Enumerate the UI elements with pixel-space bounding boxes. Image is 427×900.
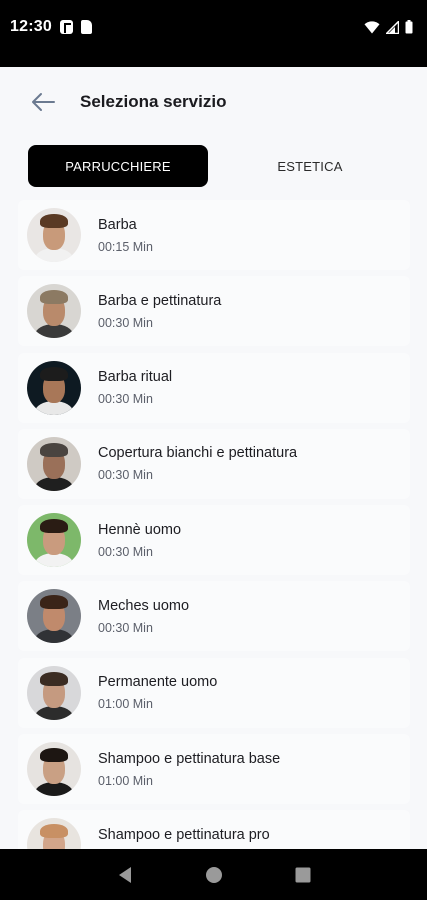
avatar-hair xyxy=(40,671,68,686)
avatar-shoulders xyxy=(35,705,73,720)
avatar-hair xyxy=(40,748,68,763)
service-text: Permanente uomo 01:00 Min xyxy=(98,674,217,711)
wifi-icon xyxy=(364,20,380,33)
header: Seleziona servizio xyxy=(0,67,427,137)
arrow-left-icon xyxy=(32,93,55,111)
service-text: Copertura bianchi e pettinatura 00:30 Min xyxy=(98,445,297,482)
sim-card-icon xyxy=(80,20,92,34)
service-row[interactable]: Meches uomo 00:30 Min xyxy=(18,581,410,652)
avatar-hair xyxy=(40,214,68,228)
service-avatar xyxy=(27,360,81,415)
nav-recents-button[interactable] xyxy=(291,863,315,887)
category-tabs: PARRUCCHIERE ESTETICA xyxy=(28,145,400,187)
service-avatar xyxy=(27,665,81,720)
service-text: Hennè uomo 00:30 Min xyxy=(98,522,181,559)
service-duration: 00:30 Min xyxy=(98,315,153,330)
avatar-shoulders xyxy=(35,476,73,491)
service-avatar xyxy=(27,208,81,262)
avatar-hair xyxy=(40,290,68,305)
service-avatar xyxy=(27,589,81,644)
avatar-shoulders xyxy=(35,553,73,568)
service-text: Meches uomo 00:30 Min xyxy=(98,598,189,635)
service-duration: 01:00 Min xyxy=(98,697,153,712)
service-row[interactable]: Barba e pettinatura 00:30 Min xyxy=(18,276,410,347)
service-row[interactable]: Copertura bianchi e pettinatura 00:30 Min xyxy=(18,428,410,499)
service-name: Permanente uomo xyxy=(98,674,218,691)
facebook-notification-icon xyxy=(59,20,73,34)
service-duration: 00:30 Min xyxy=(98,392,153,407)
service-duration: 01:00 Min xyxy=(98,773,153,788)
tab-estetica[interactable]: ESTETICA xyxy=(220,145,400,187)
navigation-bar xyxy=(0,849,427,900)
avatar-shoulders xyxy=(35,324,73,339)
status-left: 12:30 xyxy=(10,18,92,36)
cell-signal-icon xyxy=(386,20,399,34)
service-name: Meches uomo xyxy=(98,597,190,614)
avatar-shoulders xyxy=(35,782,73,797)
service-text: Barba ritual 00:30 Min xyxy=(98,369,172,406)
service-row[interactable]: Barba 00:15 Min xyxy=(18,200,410,270)
service-row[interactable]: Shampoo e pettinatura base 01:00 Min xyxy=(18,734,410,805)
service-duration: 00:30 Min xyxy=(98,468,153,483)
service-text: Shampoo e pettinatura base 01:00 Min xyxy=(98,751,280,788)
avatar-shoulders xyxy=(35,248,73,262)
battery-icon xyxy=(405,20,413,34)
service-text: Barba e pettinatura 00:30 Min xyxy=(98,293,221,330)
back-button[interactable] xyxy=(18,77,68,127)
service-row[interactable]: Permanente uomo 01:00 Min xyxy=(18,657,410,728)
service-row[interactable]: Barba ritual 00:30 Min xyxy=(18,352,410,423)
service-text: Barba 00:15 Min xyxy=(98,217,153,254)
service-avatar xyxy=(27,436,81,491)
service-name: Copertura bianchi e pettinatura xyxy=(98,445,298,462)
avatar-hair xyxy=(40,595,68,610)
avatar-hair xyxy=(40,519,68,534)
nav-back-button[interactable] xyxy=(113,863,137,887)
service-list: Barba 00:15 Min Barba e pettinatura 00:30 M… xyxy=(18,200,410,887)
service-avatar xyxy=(27,513,81,568)
tab-parrucchiere[interactable]: PARRUCCHIERE xyxy=(28,145,208,187)
service-duration: 00:15 Min xyxy=(98,239,153,254)
avatar-hair xyxy=(40,366,68,381)
service-row[interactable]: Hennè uomo 00:30 Min xyxy=(18,505,410,576)
status-bar: 12:30 xyxy=(0,0,427,67)
avatar-shoulders xyxy=(35,629,73,644)
recents-square-icon xyxy=(295,867,310,882)
service-avatar xyxy=(27,284,81,339)
page-title: Seleziona servizio xyxy=(80,92,227,111)
status-right xyxy=(364,20,413,34)
avatar-hair xyxy=(40,442,68,457)
nav-home-button[interactable] xyxy=(202,863,226,887)
service-name: Shampoo e pettinatura pro xyxy=(98,826,270,843)
app-screen: 12:30 Seleziona servizio PARRUCCHIERE ES… xyxy=(0,0,427,900)
status-time: 12:30 xyxy=(10,18,52,35)
service-name: Barba e pettinatura xyxy=(98,292,222,309)
home-circle-icon xyxy=(205,866,222,883)
service-duration: 00:30 Min xyxy=(98,620,153,635)
service-avatar xyxy=(27,742,81,797)
avatar-shoulders xyxy=(35,400,73,415)
avatar-hair xyxy=(40,824,68,839)
service-name: Shampoo e pettinatura base xyxy=(98,750,281,767)
back-triangle-icon xyxy=(118,866,131,883)
service-duration: 00:30 Min xyxy=(98,544,153,559)
service-name: Barba xyxy=(98,216,137,233)
service-name: Hennè uomo xyxy=(98,521,182,538)
service-name: Barba ritual xyxy=(98,369,173,386)
